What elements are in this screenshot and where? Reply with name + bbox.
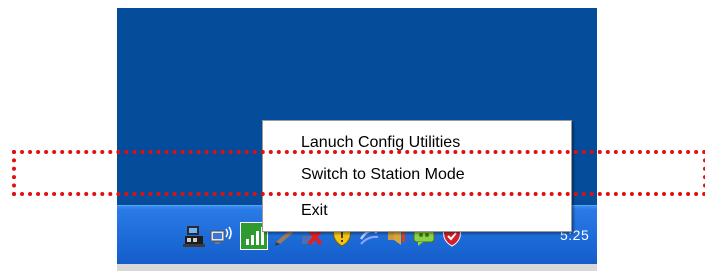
menu-item-exit[interactable]: Exit — [301, 202, 328, 220]
highlight-annotation-box — [12, 150, 705, 196]
taskbar-bottom-edge — [117, 264, 597, 271]
wireless-monitor-icon[interactable] — [210, 224, 234, 248]
screenshot-stage: 5:25 Lanuch Config Utilities Switch to S… — [0, 0, 705, 271]
network-computer-icon[interactable] — [183, 224, 207, 248]
